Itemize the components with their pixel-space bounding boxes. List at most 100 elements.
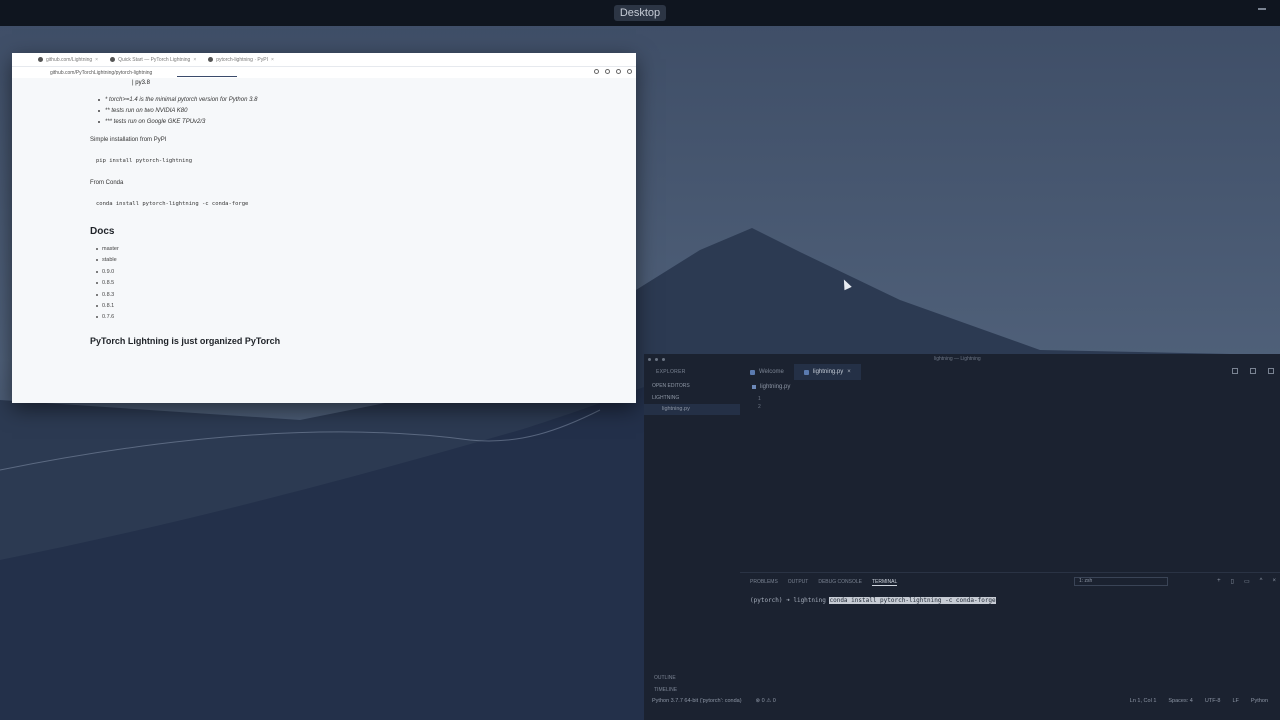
address-bar-url: github.com/PyTorchLightning/pytorch-ligh…: [50, 69, 153, 76]
docs-link[interactable]: 0.7.6: [96, 314, 119, 325]
add-terminal-icon[interactable]: +: [1217, 578, 1221, 585]
vscode-titlebar: lightning — Lightning: [644, 354, 1280, 364]
language-mode-status[interactable]: Python: [1251, 698, 1268, 704]
search-icon[interactable]: [594, 69, 599, 74]
maximize-window-icon[interactable]: [662, 357, 665, 361]
terminal-command: conda install pytorch-lightning -c conda…: [829, 597, 996, 604]
encoding-status[interactable]: UTF-8: [1205, 698, 1221, 704]
panel-tools: + ▯ ▭ ^ ×: [1217, 578, 1276, 585]
terminal-line[interactable]: (pytorch) ➜ lightning conda install pyto…: [750, 597, 996, 604]
split-terminal-icon[interactable]: ▯: [1231, 578, 1234, 585]
bullet: [98, 121, 100, 123]
docs-link[interactable]: 0.8.1: [96, 303, 119, 314]
conda-command[interactable]: conda install pytorch-lightning -c conda…: [96, 201, 248, 207]
docs-link[interactable]: 0.8.5: [96, 280, 119, 291]
vscode-window: lightning — Lightning EXPLORER OPEN EDIT…: [644, 354, 1280, 720]
file-item-lightning[interactable]: lightning.py: [644, 404, 740, 415]
browser-tab-strip: github.com/Lightning × Quick Start — PyT…: [12, 53, 636, 67]
github-icon: [38, 57, 43, 62]
sidebar-bottom-sections: OUTLINE TIMELINE: [644, 672, 740, 696]
explorer-sidebar: EXPLORER OPEN EDITORS LIGHTNING lightnin…: [644, 364, 740, 702]
terminal-prompt: (pytorch) ➜ lightning: [750, 597, 830, 604]
more-actions-icon[interactable]: [1268, 368, 1274, 374]
browser-window: github.com/Lightning × Quick Start — PyT…: [12, 53, 636, 403]
docs-link[interactable]: 0.9.0: [96, 269, 119, 280]
section-heading: PyTorch Lightning is just organized PyTo…: [90, 336, 281, 346]
vscode-icon: [750, 369, 755, 375]
trash-icon[interactable]: ▭: [1244, 578, 1250, 585]
problems-status[interactable]: ⊗ 0 ⚠ 0: [756, 698, 776, 704]
pypi-command[interactable]: pip install pytorch-lightning: [96, 158, 192, 164]
bullet: [96, 248, 98, 250]
address-bar[interactable]: github.com/PyTorchLightning/pytorch-ligh…: [12, 67, 636, 78]
bullet: [96, 293, 98, 296]
browser-tab[interactable]: github.com/Lightning ×: [38, 57, 98, 63]
python-interpreter-status[interactable]: Python 3.7.7 64-bit ('pytorch': conda): [652, 698, 742, 704]
explorer-header: EXPLORER: [656, 369, 686, 375]
cursor-position-status[interactable]: Ln 1, Col 1: [1130, 698, 1157, 704]
github-icon: [110, 57, 116, 62]
close-window-icon[interactable]: [648, 357, 651, 361]
docs-link[interactable]: master: [96, 246, 119, 257]
python-version-tag: | py3.8: [132, 80, 150, 86]
open-editors-section[interactable]: OPEN EDITORS: [644, 380, 740, 392]
indentation-status[interactable]: Spaces: 4: [1168, 698, 1192, 704]
bullet: [98, 99, 100, 101]
conda-label: From Conda: [90, 180, 124, 186]
settings-icon[interactable]: [627, 69, 632, 74]
close-panel-icon[interactable]: ×: [1272, 578, 1276, 585]
docs-list: master stable 0.9.0 0.8.5 0.8.3 0.8.1 0.…: [96, 246, 119, 326]
pypi-label: Simple installation from PyPI: [90, 137, 167, 143]
maximize-panel-icon[interactable]: ^: [1260, 578, 1263, 585]
browser-tab[interactable]: Quick Start — PyTorch Lightning ×: [110, 57, 196, 63]
docs-link[interactable]: stable: [96, 257, 119, 268]
close-icon[interactable]: ×: [193, 57, 196, 63]
list-item: * torch>=1.4 is the minimal pytorch vers…: [98, 97, 257, 108]
browser-tab-label: github.com/Lightning: [46, 56, 93, 63]
account-icon[interactable]: [616, 69, 621, 74]
tab-lightning-py[interactable]: lightning.py ×: [793, 364, 861, 380]
list-item: ** tests run on two NVIDIA K80: [98, 108, 257, 119]
list-item: *** tests run on Google GKE TPUv2/3: [98, 119, 257, 130]
panel-tabs: PROBLEMS OUTPUT DEBUG CONSOLE TERMINAL: [740, 573, 1280, 587]
terminal-panel: PROBLEMS OUTPUT DEBUG CONSOLE TERMINAL 1…: [740, 572, 1280, 672]
tab-output[interactable]: OUTPUT: [788, 579, 809, 585]
browser-tab[interactable]: pytorch-lightning · PyPI ×: [208, 57, 274, 63]
desktop-top-bar: Desktop: [0, 0, 1280, 26]
close-icon[interactable]: ×: [847, 369, 851, 375]
desktop-title: Desktop: [613, 5, 667, 21]
split-editor-icon[interactable]: [1250, 368, 1256, 374]
tab-problems[interactable]: PROBLEMS: [750, 579, 778, 585]
close-icon[interactable]: ×: [271, 57, 274, 63]
line-ending-status[interactable]: LF: [1232, 698, 1238, 704]
docs-link[interactable]: 0.8.3: [96, 292, 119, 303]
tab-welcome[interactable]: Welcome: [740, 364, 794, 380]
editor-actions: [1232, 368, 1274, 374]
bullet: [96, 304, 98, 307]
line-numbers: 1 2: [758, 396, 761, 410]
browser-toolbar: [594, 69, 632, 74]
run-icon[interactable]: [1232, 368, 1238, 374]
tab-debug-console[interactable]: DEBUG CONSOLE: [818, 579, 862, 585]
browser-tab-label: Quick Start — PyTorch Lightning: [118, 56, 191, 63]
python-file-icon: [803, 369, 809, 375]
minimize-window-icon[interactable]: [655, 357, 658, 361]
browser-tab-label: pytorch-lightning · PyPI: [216, 56, 268, 63]
docs-heading: Docs: [90, 226, 115, 237]
window-title: lightning — Lightning: [934, 356, 981, 362]
sync-icon[interactable]: [605, 69, 610, 74]
bullet: [96, 316, 98, 319]
breadcrumb[interactable]: lightning.py: [752, 384, 790, 390]
scroll-marker: [177, 76, 237, 77]
bullet: [96, 259, 98, 262]
status-bar: Python 3.7.7 64-bit ('pytorch': conda) ⊗…: [644, 694, 1280, 708]
folder-section[interactable]: LIGHTNING: [644, 392, 740, 404]
outline-section[interactable]: OUTLINE: [644, 672, 740, 684]
menu-icon[interactable]: [1258, 8, 1266, 10]
bullet: [96, 270, 98, 273]
python-file-icon: [752, 385, 756, 389]
footnote-list: * torch>=1.4 is the minimal pytorch vers…: [98, 97, 257, 130]
terminal-select[interactable]: 1: zsh: [1074, 577, 1168, 586]
tab-terminal[interactable]: TERMINAL: [871, 579, 898, 586]
close-icon[interactable]: ×: [95, 57, 98, 63]
